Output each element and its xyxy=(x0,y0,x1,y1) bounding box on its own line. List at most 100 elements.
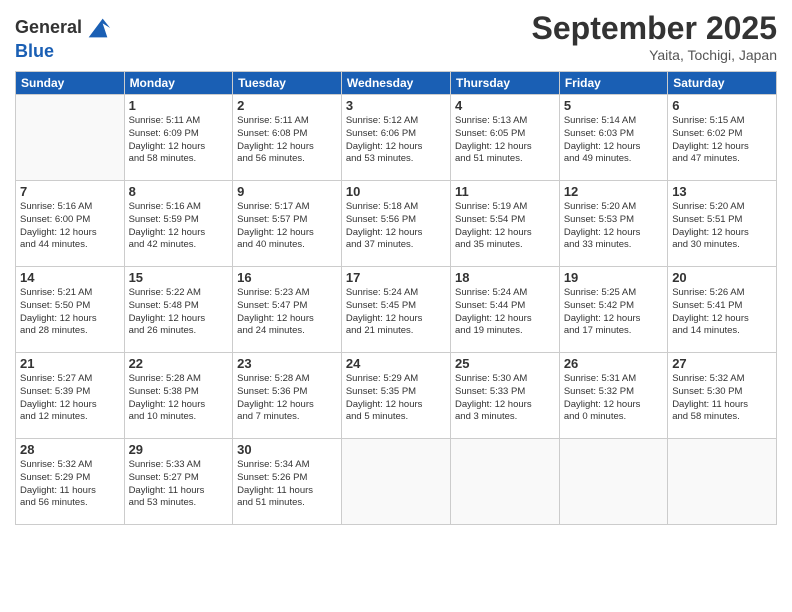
month-title: September 2025 xyxy=(532,10,777,47)
day-info: Sunrise: 5:25 AMSunset: 5:42 PMDaylight:… xyxy=(564,287,663,338)
day-info: Sunrise: 5:16 AMSunset: 5:59 PMDaylight:… xyxy=(129,201,229,252)
table-row: 22 Sunrise: 5:28 AMSunset: 5:38 PMDayligh… xyxy=(124,353,233,439)
table-row: 4 Sunrise: 5:13 AMSunset: 6:05 PMDaylight… xyxy=(451,95,560,181)
table-row: 15 Sunrise: 5:22 AMSunset: 5:48 PMDayligh… xyxy=(124,267,233,353)
weekday-header-row: Sunday Monday Tuesday Wednesday Thursday… xyxy=(16,72,777,95)
day-info: Sunrise: 5:32 AMSunset: 5:30 PMDaylight:… xyxy=(672,373,772,424)
day-info: Sunrise: 5:28 AMSunset: 5:38 PMDaylight:… xyxy=(129,373,229,424)
header: General Blue September 2025 Yaita, Tochi… xyxy=(15,10,777,63)
table-row: 17 Sunrise: 5:24 AMSunset: 5:45 PMDayligh… xyxy=(341,267,450,353)
table-row xyxy=(668,439,777,525)
day-info: Sunrise: 5:26 AMSunset: 5:41 PMDaylight:… xyxy=(672,287,772,338)
day-number: 12 xyxy=(564,184,663,199)
table-row: 11 Sunrise: 5:19 AMSunset: 5:54 PMDayligh… xyxy=(451,181,560,267)
header-wednesday: Wednesday xyxy=(341,72,450,95)
day-info: Sunrise: 5:31 AMSunset: 5:32 PMDaylight:… xyxy=(564,373,663,424)
day-number: 11 xyxy=(455,184,555,199)
table-row: 9 Sunrise: 5:17 AMSunset: 5:57 PMDaylight… xyxy=(233,181,342,267)
table-row: 25 Sunrise: 5:30 AMSunset: 5:33 PMDayligh… xyxy=(451,353,560,439)
day-info: Sunrise: 5:14 AMSunset: 6:03 PMDaylight:… xyxy=(564,115,663,166)
day-info: Sunrise: 5:12 AMSunset: 6:06 PMDaylight:… xyxy=(346,115,446,166)
day-number: 15 xyxy=(129,270,229,285)
table-row: 13Sunrise: 5:20 AMSunset: 5:51 PMDayligh… xyxy=(668,181,777,267)
day-number: 19 xyxy=(564,270,663,285)
day-info: Sunrise: 5:20 AMSunset: 5:53 PMDaylight:… xyxy=(564,201,663,252)
day-number: 20 xyxy=(672,270,772,285)
week-row-4: 28 Sunrise: 5:32 AMSunset: 5:29 PMDayligh… xyxy=(16,439,777,525)
logo-text-general: General xyxy=(15,18,82,38)
day-number: 18 xyxy=(455,270,555,285)
calendar: Sunday Monday Tuesday Wednesday Thursday… xyxy=(15,71,777,525)
table-row: 30 Sunrise: 5:34 AMSunset: 5:26 PMDayligh… xyxy=(233,439,342,525)
day-number: 17 xyxy=(346,270,446,285)
day-info: Sunrise: 5:21 AMSunset: 5:50 PMDaylight:… xyxy=(20,287,120,338)
table-row: 27Sunrise: 5:32 AMSunset: 5:30 PMDayligh… xyxy=(668,353,777,439)
day-number: 30 xyxy=(237,442,337,457)
day-number: 8 xyxy=(129,184,229,199)
table-row: 24 Sunrise: 5:29 AMSunset: 5:35 PMDayligh… xyxy=(341,353,450,439)
day-info: Sunrise: 5:18 AMSunset: 5:56 PMDaylight:… xyxy=(346,201,446,252)
day-info: Sunrise: 5:29 AMSunset: 5:35 PMDaylight:… xyxy=(346,373,446,424)
header-sunday: Sunday xyxy=(16,72,125,95)
table-row: 26 Sunrise: 5:31 AMSunset: 5:32 PMDayligh… xyxy=(559,353,667,439)
day-info: Sunrise: 5:30 AMSunset: 5:33 PMDaylight:… xyxy=(455,373,555,424)
day-info: Sunrise: 5:24 AMSunset: 5:44 PMDaylight:… xyxy=(455,287,555,338)
table-row: 29 Sunrise: 5:33 AMSunset: 5:27 PMDayligh… xyxy=(124,439,233,525)
logo: General Blue xyxy=(15,14,112,62)
day-info: Sunrise: 5:13 AMSunset: 6:05 PMDaylight:… xyxy=(455,115,555,166)
day-number: 3 xyxy=(346,98,446,113)
table-row xyxy=(451,439,560,525)
table-row: 28 Sunrise: 5:32 AMSunset: 5:29 PMDayligh… xyxy=(16,439,125,525)
day-info: Sunrise: 5:28 AMSunset: 5:36 PMDaylight:… xyxy=(237,373,337,424)
logo-text-blue: Blue xyxy=(15,41,54,61)
table-row: 18 Sunrise: 5:24 AMSunset: 5:44 PMDayligh… xyxy=(451,267,560,353)
table-row: 6Sunrise: 5:15 AMSunset: 6:02 PMDaylight… xyxy=(668,95,777,181)
day-number: 26 xyxy=(564,356,663,371)
day-info: Sunrise: 5:11 AMSunset: 6:08 PMDaylight:… xyxy=(237,115,337,166)
day-number: 25 xyxy=(455,356,555,371)
day-info: Sunrise: 5:20 AMSunset: 5:51 PMDaylight:… xyxy=(672,201,772,252)
table-row xyxy=(559,439,667,525)
day-number: 22 xyxy=(129,356,229,371)
day-number: 21 xyxy=(20,356,120,371)
day-info: Sunrise: 5:22 AMSunset: 5:48 PMDaylight:… xyxy=(129,287,229,338)
week-row-0: 1Sunrise: 5:11 AMSunset: 6:09 PMDaylight… xyxy=(16,95,777,181)
week-row-1: 7 Sunrise: 5:16 AMSunset: 6:00 PMDaylight… xyxy=(16,181,777,267)
day-number: 23 xyxy=(237,356,337,371)
day-number: 16 xyxy=(237,270,337,285)
table-row: 19 Sunrise: 5:25 AMSunset: 5:42 PMDayligh… xyxy=(559,267,667,353)
header-monday: Monday xyxy=(124,72,233,95)
week-row-2: 14 Sunrise: 5:21 AMSunset: 5:50 PMDayligh… xyxy=(16,267,777,353)
table-row: 16 Sunrise: 5:23 AMSunset: 5:47 PMDayligh… xyxy=(233,267,342,353)
table-row: 5 Sunrise: 5:14 AMSunset: 6:03 PMDaylight… xyxy=(559,95,667,181)
day-info: Sunrise: 5:16 AMSunset: 6:00 PMDaylight:… xyxy=(20,201,120,252)
table-row xyxy=(341,439,450,525)
day-number: 4 xyxy=(455,98,555,113)
day-number: 7 xyxy=(20,184,120,199)
day-number: 9 xyxy=(237,184,337,199)
table-row: 2 Sunrise: 5:11 AMSunset: 6:08 PMDaylight… xyxy=(233,95,342,181)
week-row-3: 21 Sunrise: 5:27 AMSunset: 5:39 PMDayligh… xyxy=(16,353,777,439)
day-number: 28 xyxy=(20,442,120,457)
day-info: Sunrise: 5:27 AMSunset: 5:39 PMDaylight:… xyxy=(20,373,120,424)
table-row: 10 Sunrise: 5:18 AMSunset: 5:56 PMDayligh… xyxy=(341,181,450,267)
title-block: September 2025 Yaita, Tochigi, Japan xyxy=(532,10,777,63)
day-info: Sunrise: 5:17 AMSunset: 5:57 PMDaylight:… xyxy=(237,201,337,252)
day-number: 24 xyxy=(346,356,446,371)
day-info: Sunrise: 5:34 AMSunset: 5:26 PMDaylight:… xyxy=(237,459,337,510)
header-thursday: Thursday xyxy=(451,72,560,95)
day-info: Sunrise: 5:33 AMSunset: 5:27 PMDaylight:… xyxy=(129,459,229,510)
table-row xyxy=(16,95,125,181)
day-info: Sunrise: 5:23 AMSunset: 5:47 PMDaylight:… xyxy=(237,287,337,338)
day-number: 2 xyxy=(237,98,337,113)
table-row: 20 Sunrise: 5:26 AMSunset: 5:41 PMDayligh… xyxy=(668,267,777,353)
day-number: 5 xyxy=(564,98,663,113)
day-info: Sunrise: 5:19 AMSunset: 5:54 PMDaylight:… xyxy=(455,201,555,252)
day-info: Sunrise: 5:32 AMSunset: 5:29 PMDaylight:… xyxy=(20,459,120,510)
day-number: 10 xyxy=(346,184,446,199)
table-row: 1Sunrise: 5:11 AMSunset: 6:09 PMDaylight… xyxy=(124,95,233,181)
day-number: 29 xyxy=(129,442,229,457)
day-info: Sunrise: 5:24 AMSunset: 5:45 PMDaylight:… xyxy=(346,287,446,338)
table-row: 21 Sunrise: 5:27 AMSunset: 5:39 PMDayligh… xyxy=(16,353,125,439)
day-number: 14 xyxy=(20,270,120,285)
